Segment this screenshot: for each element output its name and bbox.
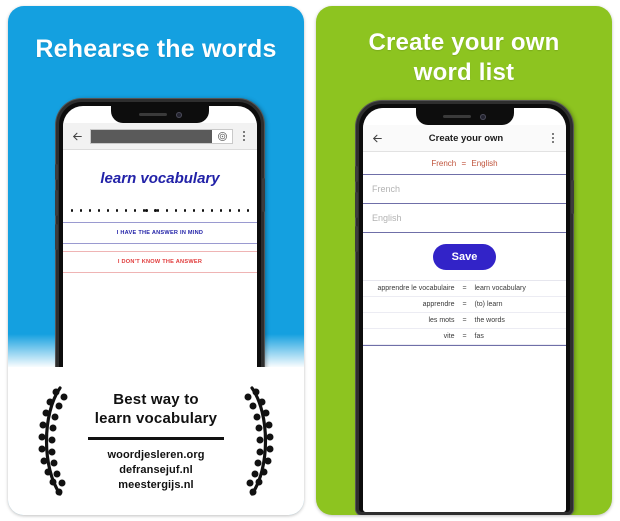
phone-notch bbox=[415, 108, 514, 125]
promo-band: Best way to learn vocabulary woordjesler… bbox=[8, 367, 304, 515]
language-source-label: French bbox=[431, 159, 457, 168]
left-promo-card: Rehearse the words learn vocabulary I HA… bbox=[8, 6, 304, 515]
phone-screen-left: learn vocabulary I HAVE THE ANSWER IN MI… bbox=[63, 106, 257, 386]
front-camera-icon bbox=[480, 113, 486, 120]
promo-title-line-2: learn vocabulary bbox=[94, 409, 218, 427]
word-target: the words bbox=[474, 317, 505, 324]
kebab-menu-icon[interactable] bbox=[239, 131, 249, 141]
phone-power-button bbox=[571, 180, 574, 214]
app-title: Create your own bbox=[428, 132, 504, 144]
phone-power-button bbox=[262, 178, 265, 212]
left-card-headline: Rehearse the words bbox=[35, 35, 277, 63]
equals-symbol: = bbox=[461, 159, 467, 168]
word-pair-list: apprendre le vocabulaire = learn vocabul… bbox=[363, 280, 566, 348]
laurel-wreath-icon bbox=[26, 382, 72, 500]
save-button[interactable]: Save bbox=[432, 244, 497, 270]
equals-symbol: = bbox=[462, 317, 467, 324]
app-toolbar: Create your own bbox=[363, 125, 566, 152]
language-pair-header: French = English bbox=[363, 152, 566, 175]
page-info-icon[interactable] bbox=[212, 130, 232, 143]
address-bar[interactable] bbox=[90, 128, 233, 144]
phone-volume-down-button bbox=[55, 224, 58, 250]
table-row[interactable]: les mots = the words bbox=[363, 313, 566, 329]
promo-link-2[interactable]: defransejuf.nl bbox=[74, 463, 238, 478]
exercise-word-title: learn vocabulary bbox=[100, 170, 220, 187]
table-row[interactable]: vite = fas bbox=[363, 329, 566, 345]
phone-screen-right: Create your own French = English French … bbox=[363, 108, 566, 512]
phone-volume-up-button bbox=[355, 192, 358, 218]
front-camera-icon bbox=[175, 111, 182, 118]
phone-mockup-left: learn vocabulary I HAVE THE ANSWER IN MI… bbox=[55, 99, 265, 389]
right-card-headline: Create your own word list bbox=[316, 6, 612, 88]
word-target: fas bbox=[474, 333, 484, 340]
phone-volume-down-button bbox=[355, 226, 358, 252]
browser-toolbar bbox=[63, 123, 257, 150]
blank-group-3 bbox=[156, 209, 250, 212]
phone-mute-switch bbox=[55, 164, 58, 180]
back-arrow-icon[interactable] bbox=[71, 130, 84, 143]
word-list-end-divider bbox=[363, 345, 566, 348]
word-source: apprendre le vocabulaire bbox=[377, 285, 455, 292]
earpiece-speaker-icon bbox=[138, 113, 167, 116]
create-word-list-page: French = English French English Save app… bbox=[363, 152, 566, 512]
phone-mute-switch bbox=[355, 166, 358, 182]
address-bar-redacted-url bbox=[91, 129, 212, 143]
laurel-wreath-icon-mirrored bbox=[240, 382, 286, 500]
vocabulary-exercise-page: learn vocabulary I HAVE THE ANSWER IN MI… bbox=[63, 150, 257, 386]
phone-mockup-right: Create your own French = English French … bbox=[355, 101, 574, 515]
answer-unknown-button[interactable]: I DON'T KNOW THE ANSWER bbox=[63, 250, 257, 273]
promo-link-3[interactable]: meestergijs.nl bbox=[74, 478, 238, 493]
promo-divider bbox=[88, 436, 224, 440]
target-word-input[interactable]: English bbox=[363, 204, 566, 233]
equals-symbol: = bbox=[462, 333, 467, 340]
save-button-row: Save bbox=[363, 233, 566, 280]
word-target: learn vocabulary bbox=[474, 285, 526, 292]
table-row[interactable]: apprendre le vocabulaire = learn vocabul… bbox=[363, 281, 566, 297]
promo-website-links: woordjesleren.org defransejuf.nl meester… bbox=[74, 448, 238, 493]
source-word-input[interactable]: French bbox=[363, 175, 566, 204]
equals-symbol: = bbox=[462, 285, 467, 292]
word-source: les mots bbox=[428, 317, 455, 324]
answer-known-button[interactable]: I HAVE THE ANSWER IN MIND bbox=[63, 221, 257, 244]
app-store-screenshot-pair: Rehearse the words learn vocabulary I HA… bbox=[0, 0, 620, 521]
promo-text-block: Best way to learn vocabulary woordjesler… bbox=[72, 390, 240, 493]
promo-title-line-1: Best way to bbox=[113, 390, 199, 408]
right-promo-card: Create your own word list Create your ow… bbox=[316, 6, 612, 515]
word-source: vite bbox=[443, 333, 455, 340]
right-headline-line-2: word list bbox=[413, 59, 515, 86]
equals-symbol: = bbox=[462, 301, 467, 308]
back-arrow-icon[interactable] bbox=[371, 132, 384, 145]
earpiece-speaker-icon bbox=[443, 115, 471, 118]
word-target: (to) learn bbox=[474, 301, 503, 308]
table-row[interactable]: apprendre = (to) learn bbox=[363, 297, 566, 313]
phone-volume-up-button bbox=[55, 190, 58, 216]
blank-group-2 bbox=[145, 209, 157, 212]
kebab-menu-icon[interactable] bbox=[548, 133, 558, 143]
word-source: apprendre bbox=[422, 301, 455, 308]
right-headline-line-1: Create your own bbox=[368, 29, 560, 56]
language-target-label: English bbox=[471, 159, 498, 168]
blank-group-1 bbox=[70, 209, 146, 212]
answer-blank-dots bbox=[63, 187, 257, 212]
promo-link-1[interactable]: woordjesleren.org bbox=[74, 448, 238, 463]
phone-notch bbox=[111, 106, 209, 123]
